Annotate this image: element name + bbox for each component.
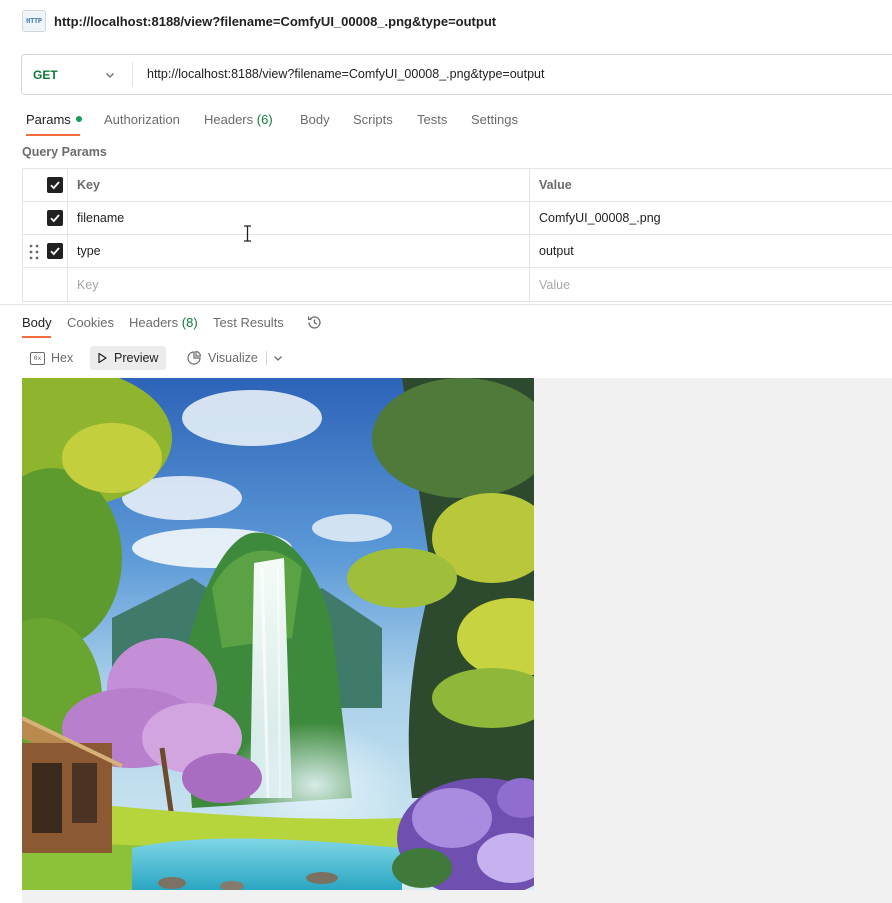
tab-settings[interactable]: Settings [471, 112, 518, 127]
table-row: type output [23, 235, 892, 268]
visualize-view-button[interactable]: Visualize [180, 346, 266, 370]
value-column-header: Value [539, 178, 572, 192]
hex-icon: 0x [30, 351, 45, 365]
table-row: filename ComfyUI_00008_.png [23, 202, 892, 235]
row-check-cell [23, 202, 68, 234]
headers-count: (8) [181, 315, 198, 330]
request-title-bar: HTTP http://localhost:8188/view?filename… [0, 0, 892, 44]
tab-headers[interactable]: Headers (6) [204, 112, 273, 127]
fantasy-landscape-image [22, 378, 534, 890]
tab-label: Tests [417, 112, 448, 127]
method-select[interactable]: GET [22, 55, 133, 94]
visualize-label: Visualize [208, 351, 258, 365]
tab-tests[interactable]: Tests [417, 112, 447, 127]
preview-label: Preview [114, 351, 159, 365]
url-divider [132, 62, 133, 87]
tab-response-body[interactable]: Body [22, 315, 52, 330]
tab-label: Scripts [353, 112, 393, 127]
row-check-cell [23, 268, 68, 301]
row-check-cell [23, 235, 68, 267]
request-title[interactable]: http://localhost:8188/view?filename=Comf… [54, 14, 496, 29]
new-value-input[interactable]: Value [530, 268, 892, 301]
table-row-empty: Key Value [23, 268, 892, 301]
pane-splitter[interactable] [0, 304, 892, 305]
tab-cookies[interactable]: Cookies [67, 315, 114, 330]
drag-handle-icon[interactable] [29, 244, 39, 260]
method-label: GET [33, 67, 58, 82]
tab-test-results[interactable]: Test Results [213, 315, 284, 330]
param-value-input[interactable]: output [530, 235, 892, 267]
tab-label: Params [26, 112, 71, 127]
tab-params[interactable]: Params [26, 112, 82, 127]
tab-label: Test Results [213, 315, 284, 330]
visualize-icon [187, 350, 202, 365]
hex-label: Hex [51, 351, 74, 365]
chevron-down-icon[interactable] [272, 352, 284, 364]
check-icon [50, 181, 60, 190]
hex-view-button[interactable]: 0x Hex [24, 346, 81, 370]
param-key-input[interactable]: type [68, 235, 530, 267]
url-bar: GET http://localhost:8188/view?filename=… [21, 54, 892, 95]
active-tab-indicator [22, 336, 51, 338]
toolbar-separator [266, 351, 267, 365]
table-header-row: Key Value [23, 169, 892, 202]
history-icon[interactable] [306, 314, 323, 331]
response-preview-area [22, 378, 892, 903]
preview-view-button[interactable]: Preview [90, 346, 167, 370]
tab-authorization[interactable]: Authorization [104, 112, 180, 127]
chevron-down-icon[interactable] [104, 69, 116, 81]
tab-label: Authorization [104, 112, 180, 127]
url-input[interactable]: http://localhost:8188/view?filename=Comf… [147, 67, 545, 81]
tab-label: Body [300, 112, 330, 127]
params-active-dot [75, 116, 82, 122]
tab-scripts[interactable]: Scripts [353, 112, 393, 127]
text-cursor-icon [244, 225, 251, 242]
param-key-input[interactable]: filename [68, 202, 530, 234]
tab-response-headers[interactable]: Headers (8) [129, 315, 198, 330]
tab-label: Headers [129, 315, 179, 330]
active-tab-indicator [26, 134, 80, 136]
new-key-input[interactable]: Key [68, 268, 530, 301]
play-icon [98, 352, 107, 364]
select-all-checkbox[interactable] [47, 177, 63, 193]
tab-label: Headers [204, 112, 254, 127]
query-params-label: Query Params [22, 145, 107, 159]
check-icon [50, 214, 60, 223]
response-image-preview [22, 378, 534, 890]
http-request-icon: HTTP [22, 10, 46, 32]
row-checkbox[interactable] [47, 210, 63, 226]
check-icon [50, 247, 60, 256]
tab-label: Settings [471, 112, 518, 127]
tab-label: Cookies [67, 315, 114, 330]
row-checkbox[interactable] [47, 243, 63, 259]
select-all-cell [23, 169, 68, 201]
tab-label: Body [22, 315, 52, 330]
key-column-header: Key [68, 169, 530, 201]
query-params-table: Key Value filename ComfyUI_00008_.png ty… [22, 168, 892, 302]
param-value-input[interactable]: ComfyUI_00008_.png [530, 202, 892, 234]
headers-count: (6) [256, 112, 273, 127]
tab-body[interactable]: Body [300, 112, 330, 127]
